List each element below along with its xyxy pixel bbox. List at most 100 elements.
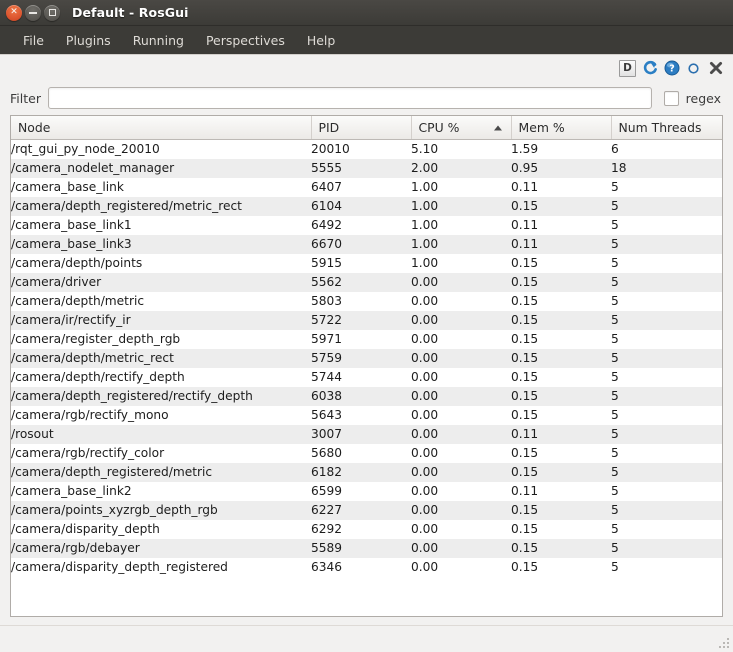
cell-pid: 5562 [311,273,411,292]
cell-cpu: 0.00 [411,406,511,425]
table-row[interactable]: /camera/depth/points59151.000.155 [11,254,722,273]
cell-mem: 0.15 [511,292,611,311]
column-header-pid[interactable]: PID [311,116,411,140]
cell-cpu: 0.00 [411,273,511,292]
rqt-main-window: ✕ Default - RosGui File Plugins Running … [0,0,733,652]
cell-mem: 0.15 [511,330,611,349]
float-icon[interactable] [685,60,702,77]
column-header-threads[interactable]: Num Threads [611,116,722,140]
cell-threads: 6 [611,140,722,160]
table-row[interactable]: /rqt_gui_py_node_20010200105.101.596 [11,140,722,160]
maximize-icon [49,9,56,16]
cell-pid: 6492 [311,216,411,235]
table-row[interactable]: /camera_base_link64071.000.115 [11,178,722,197]
resize-grip-icon[interactable] [718,637,730,649]
cell-node: /camera/driver [11,273,311,292]
regex-label: regex [686,91,721,106]
table-row[interactable]: /camera/driver55620.000.155 [11,273,722,292]
cell-cpu: 0.00 [411,292,511,311]
close-icon[interactable] [707,60,724,77]
window-title: Default - RosGui [72,5,188,20]
menu-item-perspectives[interactable]: Perspectives [195,30,296,51]
cell-mem: 0.15 [511,501,611,520]
window-close-button[interactable]: ✕ [6,5,22,21]
table-row[interactable]: /camera_base_link265990.000.115 [11,482,722,501]
cell-node: /camera/disparity_depth_registered [11,558,311,577]
filter-input[interactable] [48,87,652,109]
cell-cpu: 0.00 [411,558,511,577]
cell-cpu: 0.00 [411,311,511,330]
close-icon: ✕ [10,8,18,17]
cell-threads: 5 [611,482,722,501]
cell-mem: 0.15 [511,387,611,406]
cell-mem: 0.15 [511,349,611,368]
filter-label: Filter [10,91,41,106]
cell-node: /camera_base_link1 [11,216,311,235]
menu-item-file[interactable]: File [12,30,55,51]
cell-threads: 5 [611,558,722,577]
help-icon[interactable]: ? [663,60,680,77]
table-row[interactable]: /camera/depth/metric_rect57590.000.155 [11,349,722,368]
column-header-cpu-label: CPU % [419,120,460,135]
window-maximize-button[interactable] [44,5,60,21]
cell-threads: 5 [611,235,722,254]
table-row[interactable]: /camera/depth_registered/metric61820.000… [11,463,722,482]
title-bar: ✕ Default - RosGui [0,0,733,26]
cell-threads: 5 [611,197,722,216]
table-row[interactable]: /camera/rgb/debayer55890.000.155 [11,539,722,558]
cell-mem: 0.15 [511,444,611,463]
menu-item-plugins[interactable]: Plugins [55,30,122,51]
cell-pid: 5555 [311,159,411,178]
column-header-node[interactable]: Node [11,116,311,140]
column-header-mem[interactable]: Mem % [511,116,611,140]
cell-threads: 5 [611,425,722,444]
cell-cpu: 1.00 [411,197,511,216]
window-minimize-button[interactable] [25,5,41,21]
cell-pid: 6038 [311,387,411,406]
cell-node: /camera_base_link [11,178,311,197]
cell-mem: 0.15 [511,539,611,558]
dock-widget-toolbar: D ? [0,55,733,81]
cell-node: /camera/depth/metric_rect [11,349,311,368]
table-row[interactable]: /camera/points_xyzrgb_depth_rgb62270.000… [11,501,722,520]
table-row[interactable]: /camera/disparity_depth62920.000.155 [11,520,722,539]
menu-item-help[interactable]: Help [296,30,347,51]
cell-mem: 0.15 [511,197,611,216]
cell-mem: 1.59 [511,140,611,160]
sort-ascending-icon [494,125,502,130]
table-row[interactable]: /camera_nodelet_manager55552.000.9518 [11,159,722,178]
table-row[interactable]: /camera_base_link164921.000.115 [11,216,722,235]
svg-text:?: ? [669,64,675,75]
table-row[interactable]: /camera_base_link366701.000.115 [11,235,722,254]
cell-pid: 6599 [311,482,411,501]
table-row[interactable]: /camera/disparity_depth_registered63460.… [11,558,722,577]
table-row[interactable]: /camera/rgb/rectify_mono56430.000.155 [11,406,722,425]
menu-bar: File Plugins Running Perspectives Help [0,26,733,55]
table-row[interactable]: /camera/ir/rectify_ir57220.000.155 [11,311,722,330]
menu-item-running[interactable]: Running [122,30,195,51]
table-row[interactable]: /camera/depth_registered/rectify_depth60… [11,387,722,406]
cell-mem: 0.11 [511,425,611,444]
table-row[interactable]: /camera/depth_registered/metric_rect6104… [11,197,722,216]
table-row[interactable]: /camera/rgb/rectify_color56800.000.155 [11,444,722,463]
cell-threads: 5 [611,349,722,368]
table-row[interactable]: /camera/register_depth_rgb59710.000.155 [11,330,722,349]
cell-cpu: 0.00 [411,501,511,520]
table-header-row: Node PID CPU % Mem % Num Threads [11,116,722,140]
cell-cpu: 2.00 [411,159,511,178]
regex-checkbox[interactable] [664,91,679,106]
cell-node: /camera/depth/metric [11,292,311,311]
table-row[interactable]: /camera/depth/rectify_depth57440.000.155 [11,368,722,387]
cell-cpu: 0.00 [411,425,511,444]
cell-node: /camera/depth_registered/metric [11,463,311,482]
cell-threads: 5 [611,463,722,482]
table-bottom-spacer [0,617,733,625]
cell-pid: 5680 [311,444,411,463]
cell-mem: 0.11 [511,482,611,501]
dock-widget-icon[interactable]: D [619,60,636,77]
column-header-cpu[interactable]: CPU % [411,116,511,140]
table-row[interactable]: /camera/depth/metric58030.000.155 [11,292,722,311]
refresh-icon[interactable] [641,60,658,77]
table-row[interactable]: /rosout30070.000.115 [11,425,722,444]
node-table-container: Node PID CPU % Mem % Num Threads /rqt_gu… [10,115,723,617]
